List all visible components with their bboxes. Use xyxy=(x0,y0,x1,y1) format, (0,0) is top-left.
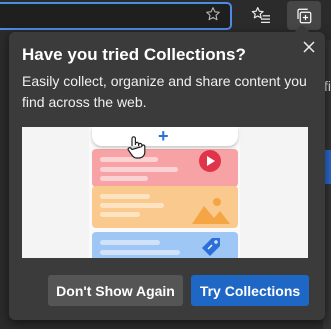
image-icon xyxy=(192,198,230,224)
address-bar[interactable] xyxy=(0,2,232,30)
popup-title: Have you tried Collections? xyxy=(22,45,246,64)
star-outline-icon xyxy=(206,7,220,21)
play-icon xyxy=(199,150,221,172)
favorites-list-icon xyxy=(251,7,270,24)
plus-icon: + xyxy=(158,127,169,146)
favorites-button[interactable] xyxy=(248,3,274,27)
favorite-star-button[interactable] xyxy=(202,4,224,24)
close-icon xyxy=(303,41,315,53)
background-page-button xyxy=(324,150,331,184)
dont-show-again-button[interactable]: Don't Show Again xyxy=(48,275,183,306)
background-page-text: fi xyxy=(324,78,331,94)
collections-icon xyxy=(297,8,312,23)
try-collections-button[interactable]: Try Collections xyxy=(191,275,309,306)
collections-illustration: + xyxy=(22,127,308,258)
illustration-card-image xyxy=(92,186,238,228)
tag-icon xyxy=(202,238,220,256)
browser-toolbar xyxy=(0,0,331,30)
close-button[interactable] xyxy=(300,38,318,56)
popup-description: Easily collect, organize and share conte… xyxy=(22,73,307,110)
illustration-card-shopping xyxy=(92,232,238,258)
hand-pointer-icon xyxy=(127,136,146,159)
